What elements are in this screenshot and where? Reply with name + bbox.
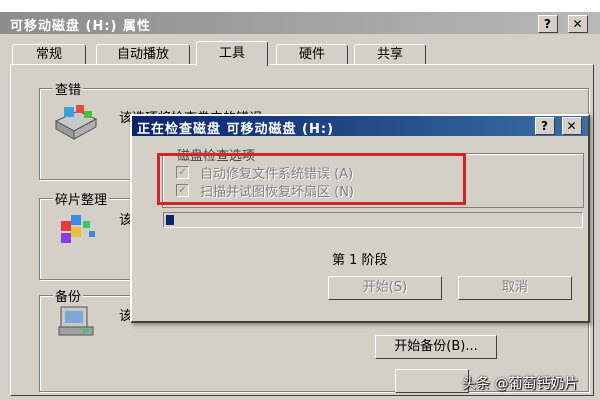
check-progress-bar <box>163 212 583 228</box>
start-backup-button[interactable]: 开始备份(B)... <box>375 335 497 359</box>
defrag-icon <box>59 211 99 251</box>
tab-tools[interactable]: 工具 <box>196 41 268 66</box>
tab-general[interactable]: 常规 <box>12 44 86 65</box>
cancel-button[interactable]: 取消 <box>458 276 572 300</box>
dialog-help-button[interactable]: ? <box>535 117 555 135</box>
tab-sharing[interactable]: 共享 <box>354 44 426 65</box>
error-check-title: 查错 <box>53 79 84 98</box>
tab-autoplay[interactable]: 自动播放 <box>96 44 190 65</box>
apply-button[interactable] <box>395 369 469 393</box>
progress-fill <box>166 215 174 225</box>
backup-title: 备份 <box>53 286 84 305</box>
watermark: 头条 @葡萄钙奶片 <box>462 376 579 392</box>
help-button[interactable]: ? <box>538 15 558 33</box>
check-disk-dialog: 正在检查磁盘 可移动磁盘 (H:) ? ✕ 磁盘检查选项 ✓ 自动修复文件系统错… <box>130 114 590 323</box>
tab-hardware[interactable]: 硬件 <box>276 44 348 65</box>
window-titlebar: 可移动磁盘 (H:) 属性 ? ✕ <box>0 12 600 34</box>
window-title: 可移动磁盘 (H:) 属性 <box>10 19 152 34</box>
backup-icon <box>57 305 97 343</box>
screenshot: 可移动磁盘 (H:) 属性 ? ✕ 常规 自动播放 工具 硬件 共享 查错 碎片… <box>0 0 600 400</box>
stage-label: 第 1 阶段 <box>332 253 388 268</box>
highlight-box <box>157 153 466 205</box>
defrag-title: 碎片整理 <box>53 189 110 208</box>
disk-check-icon <box>54 103 100 147</box>
dialog-titlebar: 正在检查磁盘 可移动磁盘 (H:) ? ✕ <box>132 116 588 137</box>
dialog-title: 正在检查磁盘 可移动磁盘 (H:) <box>137 122 335 137</box>
close-button[interactable]: ✕ <box>568 15 588 33</box>
dialog-close-button[interactable]: ✕ <box>562 117 582 135</box>
start-button[interactable]: 开始(S) <box>328 276 442 300</box>
